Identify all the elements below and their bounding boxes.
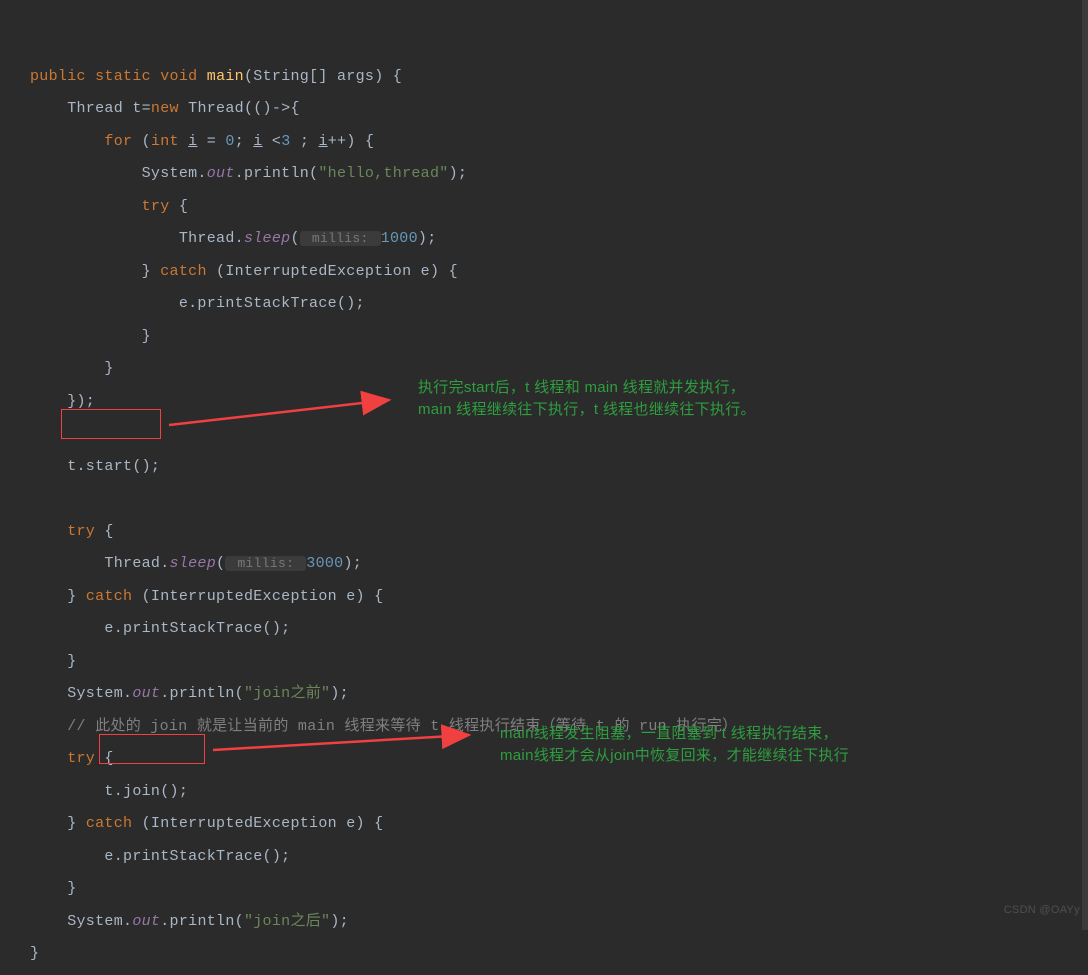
annotation-text: main线程发生阻塞，一直阻塞到 t 线程执行结束， xyxy=(500,723,849,745)
code-line: public static void main(String[] args) { xyxy=(30,68,402,85)
code-line: Thread t=new Thread(()->{ xyxy=(30,100,300,117)
annotation-join: main线程发生阻塞，一直阻塞到 t 线程执行结束， main线程才会从join… xyxy=(500,723,849,767)
code-editor: public static void main(String[] args) {… xyxy=(30,28,737,971)
highlight-box-start xyxy=(61,409,161,439)
code-line: System.out.println("join之后"); xyxy=(30,913,349,930)
code-line: e.printStackTrace(); xyxy=(30,848,290,865)
code-line: } xyxy=(30,360,114,377)
code-line: } xyxy=(30,653,77,670)
code-line: t.start(); xyxy=(30,458,160,475)
code-line: Thread.sleep( millis: 1000); xyxy=(30,230,437,247)
code-line: }); xyxy=(30,393,95,410)
code-line: for (int i = 0; i <3 ; i++) { xyxy=(30,133,374,150)
annotation-text: main 线程继续往下执行，t 线程也继续往下执行。 xyxy=(418,399,756,421)
annotation-text: main线程才会从join中恢复回来，才能继续往下执行 xyxy=(500,745,849,767)
code-line: } catch (InterruptedException e) { xyxy=(30,588,383,605)
code-line: } xyxy=(30,328,151,345)
code-line: System.out.println("hello,thread"); xyxy=(30,165,467,182)
code-line: } xyxy=(30,945,39,962)
code-line: try { xyxy=(30,198,188,215)
code-line: } catch (InterruptedException e) { xyxy=(30,815,383,832)
code-line: e.printStackTrace(); xyxy=(30,620,290,637)
code-line: Thread.sleep( millis: 3000); xyxy=(30,555,362,572)
scrollbar-track[interactable] xyxy=(1082,0,1088,930)
code-line: try { xyxy=(30,523,114,540)
watermark: CSDN @OAYy xyxy=(1004,894,1080,927)
code-line: e.printStackTrace(); xyxy=(30,295,365,312)
annotation-start: 执行完start后，t 线程和 main 线程就并发执行， main 线程继续往… xyxy=(418,377,756,421)
highlight-box-join xyxy=(99,734,205,764)
code-line: } catch (InterruptedException e) { xyxy=(30,263,458,280)
code-line: } xyxy=(30,880,77,897)
code-line: t.join(); xyxy=(30,783,188,800)
code-line: System.out.println("join之前"); xyxy=(30,685,349,702)
annotation-text: 执行完start后，t 线程和 main 线程就并发执行， xyxy=(418,377,756,399)
